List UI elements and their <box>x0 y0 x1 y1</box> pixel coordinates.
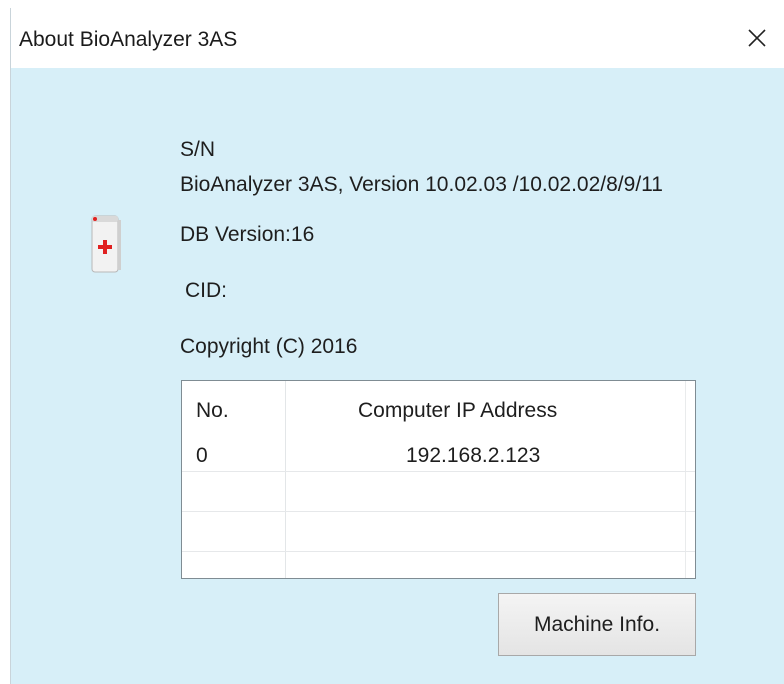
cid-label: CID: <box>185 279 227 302</box>
row-no: 0 <box>196 444 208 467</box>
row-separator <box>182 471 695 472</box>
title-bar: About BioAnalyzer 3AS <box>11 8 784 68</box>
ip-address-table[interactable]: No. Computer IP Address 0 192.168.2.123 <box>181 380 696 579</box>
db-version-text: DB Version:16 <box>180 223 315 246</box>
column-divider <box>285 381 286 578</box>
column-header-ip[interactable]: Computer IP Address <box>358 399 557 423</box>
close-icon[interactable] <box>739 22 775 54</box>
row-separator <box>182 551 695 552</box>
first-aid-kit-icon <box>90 214 122 282</box>
row-ip: 192.168.2.123 <box>406 444 541 467</box>
version-text: BioAnalyzer 3AS, Version 10.02.03 /10.02… <box>180 173 663 196</box>
column-divider <box>685 381 686 578</box>
column-header-no[interactable]: No. <box>196 399 229 423</box>
copyright-text: Copyright (C) 2016 <box>180 335 358 358</box>
about-dialog: About BioAnalyzer 3AS S/N BioAnalyzer 3A… <box>10 8 784 684</box>
dialog-title: About BioAnalyzer 3AS <box>19 28 238 51</box>
row-separator <box>182 511 695 512</box>
serial-number-label: S/N <box>180 138 216 161</box>
machine-info-button[interactable]: Machine Info. <box>498 593 696 656</box>
